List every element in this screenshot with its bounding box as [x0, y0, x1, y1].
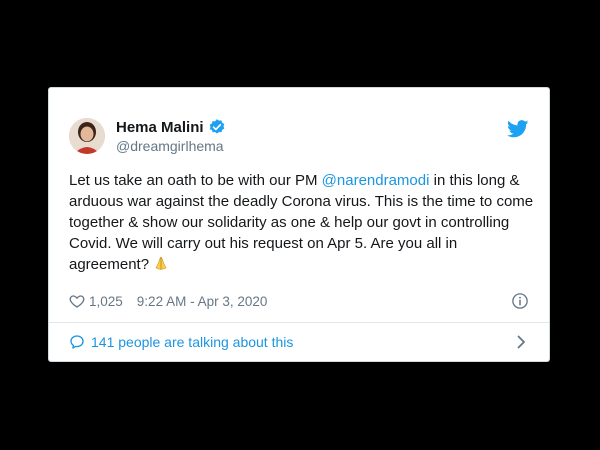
twitter-bird-icon[interactable]: [507, 120, 529, 138]
tweet-text-part1: Let us take an oath to be with our PM: [69, 172, 322, 189]
divider: [49, 322, 549, 323]
tweet-text: Let us take an oath to be with our PM @n…: [69, 170, 539, 275]
speech-bubble-icon: [69, 334, 85, 350]
author-handle[interactable]: @dreamgirlhema: [116, 138, 224, 154]
heart-icon[interactable]: [69, 293, 85, 309]
info-icon[interactable]: [511, 292, 529, 310]
conversation-link[interactable]: 141 people are talking about this: [69, 330, 529, 354]
folded-hands-icon: [153, 255, 169, 271]
avatar[interactable]: [69, 118, 105, 154]
tweet-timestamp[interactable]: 9:22 AM - Apr 3, 2020: [137, 294, 268, 309]
verified-badge-icon: [208, 118, 226, 136]
like-count[interactable]: 1,025: [89, 294, 123, 309]
mention-link[interactable]: @narendramodi: [322, 172, 430, 189]
tweet-card: Hema Malini @dreamgirlhema Let us take a…: [48, 87, 550, 362]
tweet-header: Hema Malini @dreamgirlhema: [69, 118, 529, 162]
tweet-meta: 1,025 9:22 AM - Apr 3, 2020: [69, 290, 529, 312]
talking-about-text[interactable]: 141 people are talking about this: [91, 334, 293, 350]
author-name[interactable]: Hema Malini: [116, 119, 204, 136]
author-row: Hema Malini: [116, 118, 226, 136]
chevron-right-icon[interactable]: [513, 334, 529, 350]
